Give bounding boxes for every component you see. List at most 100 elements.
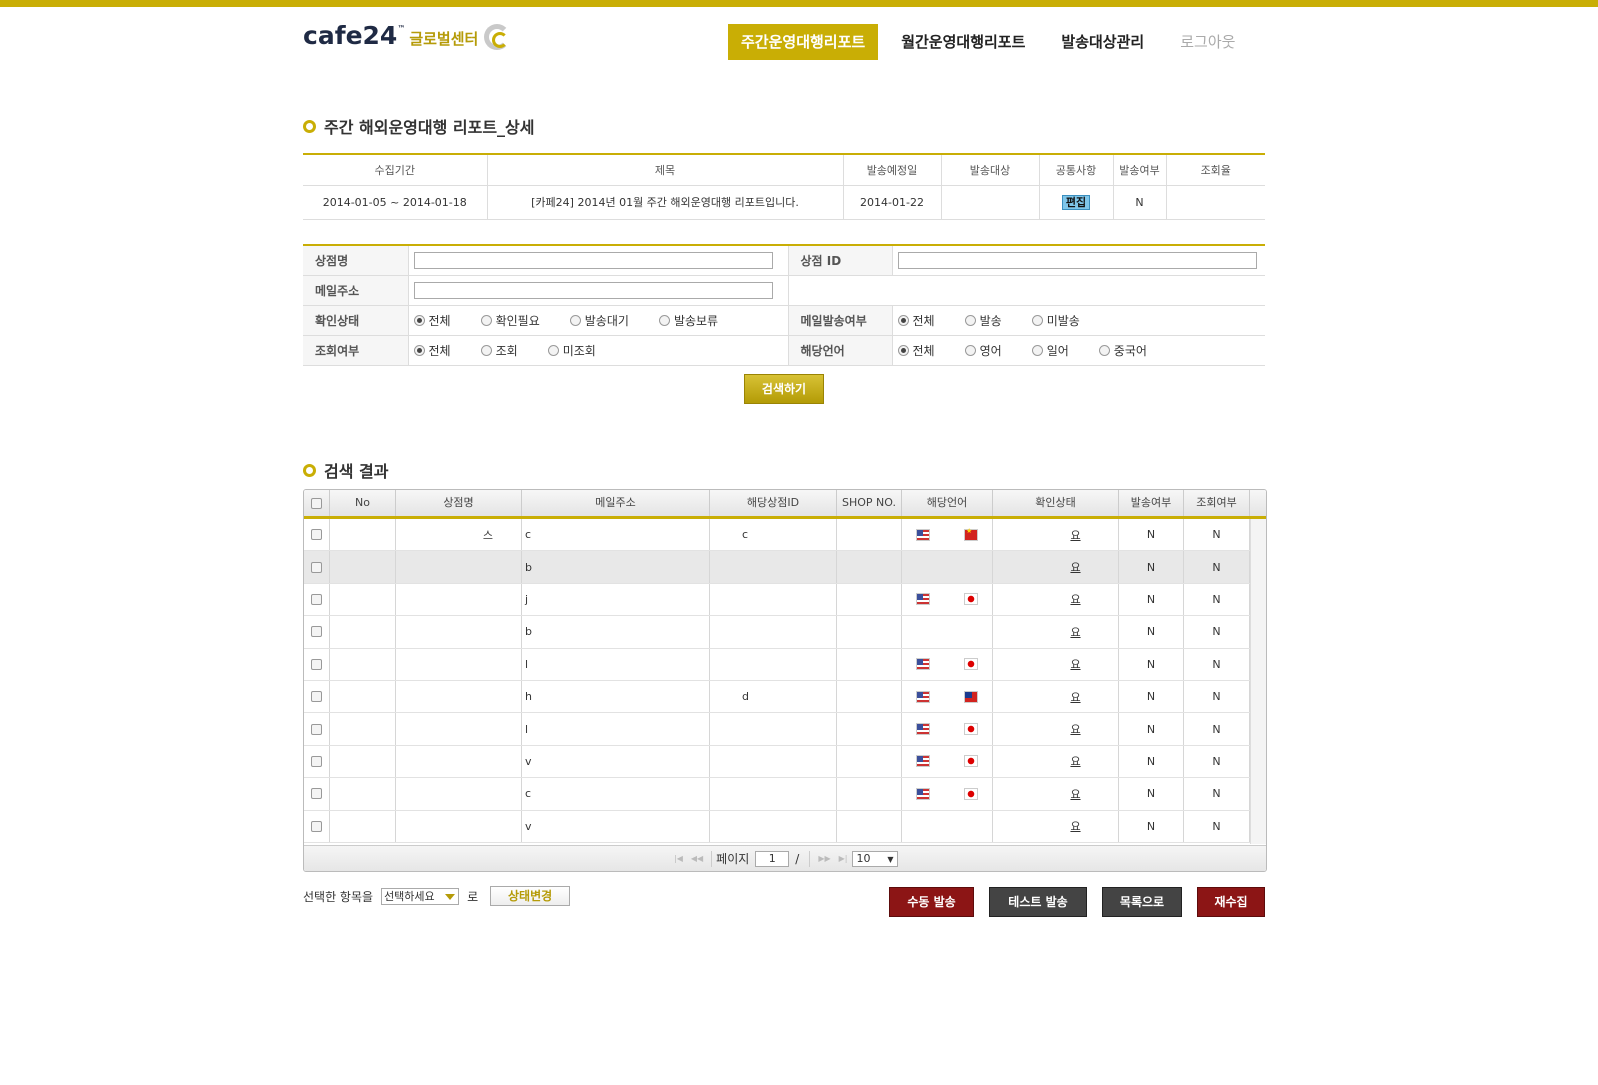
next-page-icon[interactable]: ▶▶ <box>818 854 830 863</box>
radio-lang-chinese[interactable]: 중국어 <box>1098 342 1147 359</box>
row-viewed: N <box>1184 680 1250 713</box>
language-flags <box>916 787 978 800</box>
row-language <box>902 745 993 778</box>
col-shop-id[interactable]: 해당상점ID <box>710 490 837 516</box>
radio-view-viewed[interactable]: 조회 <box>480 342 518 359</box>
confirm-status-link[interactable]: 요 <box>1070 559 1080 575</box>
last-page-icon[interactable]: ▶| <box>839 854 848 863</box>
row-confirm-status[interactable]: 요 <box>993 680 1119 713</box>
col-sent[interactable]: 발송여부 <box>1119 490 1184 516</box>
confirm-status-link[interactable]: 요 <box>1070 753 1080 769</box>
row-checkbox[interactable] <box>311 755 322 767</box>
nav-send-target[interactable]: 발송대상관리 <box>1048 24 1157 60</box>
col-no[interactable]: No <box>330 490 396 516</box>
page-input[interactable]: 1 <box>755 850 790 867</box>
email-input[interactable] <box>413 281 773 299</box>
shop-name-input[interactable] <box>413 251 773 269</box>
row-confirm-status[interactable]: 요 <box>993 648 1119 680</box>
table-row[interactable]: c 요 NN <box>304 778 1250 811</box>
status-change-button[interactable]: 상태변경 <box>490 886 571 906</box>
back-to-list-button[interactable]: 목록으로 <box>1102 887 1182 917</box>
radio-lang-english[interactable]: 영어 <box>964 342 1002 359</box>
row-checkbox[interactable] <box>311 529 322 541</box>
col-viewed[interactable]: 조회여부 <box>1184 490 1250 516</box>
radio-view-all[interactable]: 전체 <box>413 342 451 359</box>
confirm-status-link[interactable]: 요 <box>1070 689 1080 705</box>
prev-page-icon[interactable]: ◀◀ <box>691 854 703 863</box>
table-row[interactable]: j 요 NN <box>304 583 1250 617</box>
radio-dot <box>658 314 670 326</box>
row-confirm-status[interactable]: 요 <box>993 583 1119 616</box>
radio-confirm-held[interactable]: 발송보류 <box>658 312 718 329</box>
confirm-status-link[interactable]: 요 <box>1070 721 1080 737</box>
table-row[interactable]: l 요 NN <box>304 713 1250 746</box>
radio-lang-japanese[interactable]: 일어 <box>1031 342 1069 359</box>
row-checkbox[interactable] <box>311 626 322 638</box>
row-checkbox[interactable] <box>311 820 322 832</box>
status-select[interactable]: 선택하세요 <box>381 887 460 905</box>
shop-id-input[interactable] <box>897 251 1257 269</box>
row-checkbox[interactable] <box>311 723 322 735</box>
col-language[interactable]: 해당언어 <box>902 490 993 516</box>
confirm-status-link[interactable]: 요 <box>1070 656 1080 672</box>
first-page-icon[interactable]: |◀ <box>674 854 683 863</box>
table-row[interactable]: v 요 NN <box>304 810 1250 843</box>
radio-confirm-waiting[interactable]: 발송대기 <box>569 312 629 329</box>
nav-monthly-report[interactable]: 월간운영대행리포트 <box>888 24 1038 60</box>
col-shop-name[interactable]: 상점명 <box>396 490 522 516</box>
edit-button[interactable]: 편집 <box>1061 194 1091 210</box>
manual-send-button[interactable]: 수동 발송 <box>889 887 974 917</box>
radio-mail-sent[interactable]: 발송 <box>964 312 1002 329</box>
row-language <box>902 616 993 648</box>
confirm-status-link[interactable]: 요 <box>1070 624 1080 640</box>
row-confirm-status[interactable]: 요 <box>993 778 1119 810</box>
row-checkbox[interactable] <box>311 593 322 605</box>
row-confirm-status[interactable]: 요 <box>993 810 1119 842</box>
radio-mail-all[interactable]: 전체 <box>897 312 935 329</box>
search-button[interactable]: 검색하기 <box>744 374 824 404</box>
table-row[interactable]: 스cc요NN <box>304 519 1250 552</box>
col-shop-no[interactable]: SHOP NO. <box>837 490 902 516</box>
shop-id-label: 상점 ID <box>788 245 893 276</box>
row-confirm-status[interactable]: 요 <box>993 551 1119 583</box>
table-row[interactable]: b 요 NN <box>304 616 1250 649</box>
confirm-status-link[interactable]: 요 <box>1070 527 1080 543</box>
confirm-status-link[interactable]: 요 <box>1070 786 1080 802</box>
row-confirm-status[interactable]: 요 <box>993 745 1119 778</box>
table-row[interactable]: b 요 NN <box>304 551 1250 584</box>
col-confirm-status[interactable]: 확인상태 <box>993 490 1119 516</box>
row-sent: N <box>1119 648 1184 680</box>
test-send-button[interactable]: 테스트 발송 <box>989 887 1087 917</box>
row-checkbox[interactable] <box>311 788 322 800</box>
table-row[interactable]: v 요 NN <box>304 745 1250 779</box>
row-language <box>902 648 993 680</box>
radio-mail-unsent[interactable]: 미발송 <box>1031 312 1080 329</box>
page-size-select[interactable]: 10 <box>851 850 898 867</box>
recollect-button[interactable]: 재수집 <box>1197 887 1265 917</box>
flag-us-icon <box>916 528 930 541</box>
grid-scrollbar[interactable] <box>1250 519 1266 844</box>
row-checkbox[interactable] <box>311 561 322 573</box>
nav-weekly-report[interactable]: 주간운영대행리포트 <box>728 24 879 60</box>
radio-view-unviewed[interactable]: 미조회 <box>547 342 596 359</box>
radio-lang-all[interactable]: 전체 <box>897 342 935 359</box>
confirm-status-link[interactable]: 요 <box>1070 818 1080 834</box>
language-flags <box>916 658 978 671</box>
col-email[interactable]: 메일주소 <box>522 490 710 516</box>
logo[interactable]: cafe24 ™ 글로벌센터 <box>303 22 511 56</box>
confirm-status-link[interactable]: 요 <box>1070 591 1080 607</box>
row-shop-name <box>396 583 522 616</box>
row-checkbox[interactable] <box>311 691 322 703</box>
row-shop-id <box>710 778 837 810</box>
select-all-checkbox[interactable] <box>311 497 322 509</box>
table-row[interactable]: hd 요 NN <box>304 680 1250 714</box>
nav-logout[interactable]: 로그아웃 <box>1167 24 1248 60</box>
radio-confirm-all[interactable]: 전체 <box>413 312 451 329</box>
table-row[interactable]: l 요 NN <box>304 648 1250 681</box>
row-checkbox[interactable] <box>311 658 322 670</box>
row-confirm-status[interactable]: 요 <box>993 519 1119 551</box>
row-confirm-status[interactable]: 요 <box>993 616 1119 648</box>
logo-subtitle: 글로벌센터 <box>409 30 479 48</box>
row-confirm-status[interactable]: 요 <box>993 713 1119 745</box>
radio-confirm-needed[interactable]: 확인필요 <box>480 312 540 329</box>
